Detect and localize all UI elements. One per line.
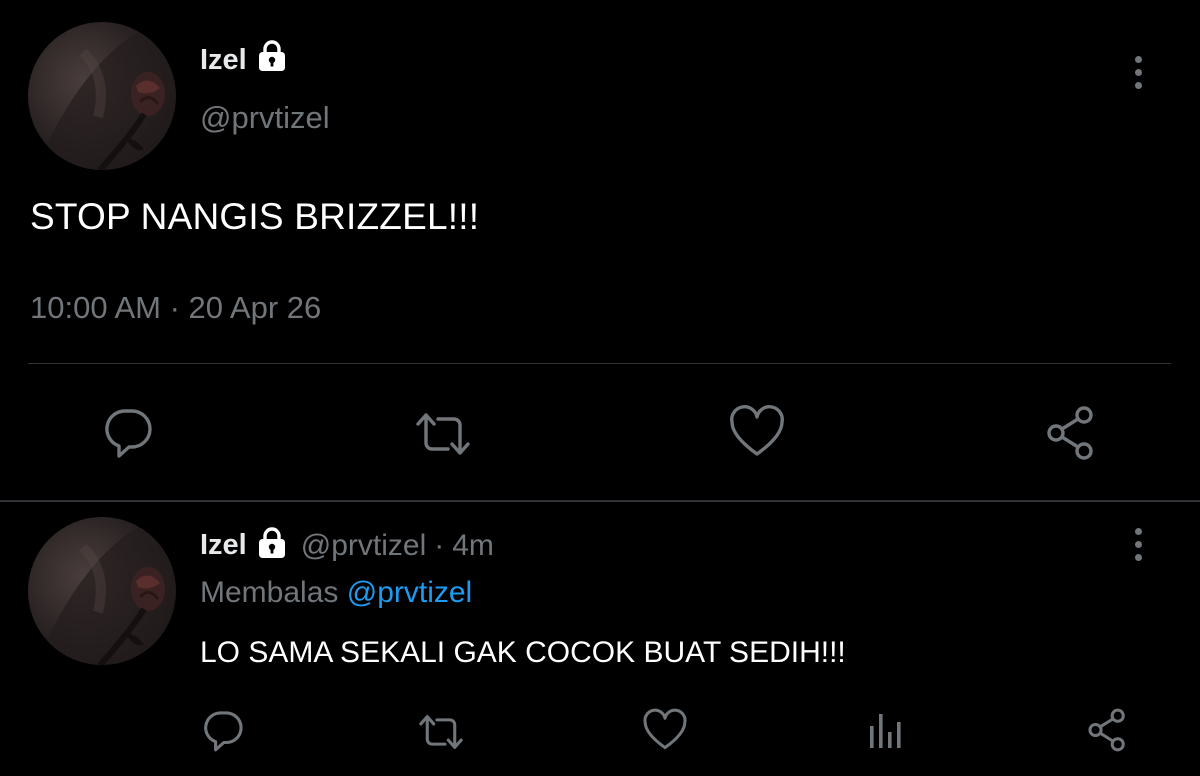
tweet-timestamp[interactable]: 10:00 AM · 20 Apr 26 [30, 290, 321, 326]
lock-icon [255, 40, 289, 80]
user-handle[interactable]: @prvtizel [200, 100, 330, 136]
display-name-text: Izel [200, 43, 247, 76]
reply-icon[interactable] [200, 708, 246, 759]
analytics-icon[interactable] [866, 710, 908, 755]
separator-dot: · [434, 528, 445, 562]
replying-label: Membalas [200, 576, 339, 609]
mention-link[interactable]: @prvtizel [347, 576, 472, 609]
lock-icon [255, 527, 289, 564]
more-vertical-icon[interactable] [1128, 528, 1148, 561]
reply-user-handle[interactable]: @prvtizel [301, 529, 426, 563]
replying-to: Membalas @prvtizel [200, 576, 472, 610]
tweet-text: STOP NANGIS BRIZZEL!!! [30, 196, 480, 237]
share-icon[interactable] [1086, 707, 1132, 758]
retweet-icon[interactable] [410, 408, 476, 465]
reply-header: Izel @prvtizel · 4m [200, 527, 494, 564]
avatar[interactable] [28, 22, 176, 170]
share-icon[interactable] [1044, 404, 1102, 467]
rose-avatar-image [28, 22, 176, 170]
like-icon[interactable] [642, 708, 688, 759]
tweet-separator [0, 500, 1200, 502]
retweet-icon[interactable] [414, 711, 468, 758]
main-tweet: Izel @prvtizel STOP NANGIS BRIZZEL!!! 10… [0, 0, 1200, 500]
reply-icon[interactable] [100, 405, 156, 466]
display-name[interactable]: Izel [200, 40, 289, 80]
reply-text: LO SAMA SEKALI GAK COCOK BUAT SEDIH!!! [200, 636, 846, 669]
reply-avatar[interactable] [28, 517, 176, 665]
more-vertical-icon[interactable] [1128, 56, 1148, 89]
rose-avatar-image [28, 517, 176, 665]
like-icon[interactable] [728, 405, 786, 466]
reply-display-name[interactable]: Izel [200, 529, 247, 562]
divider [28, 363, 1171, 364]
reply-relative-time[interactable]: 4m [452, 529, 494, 563]
